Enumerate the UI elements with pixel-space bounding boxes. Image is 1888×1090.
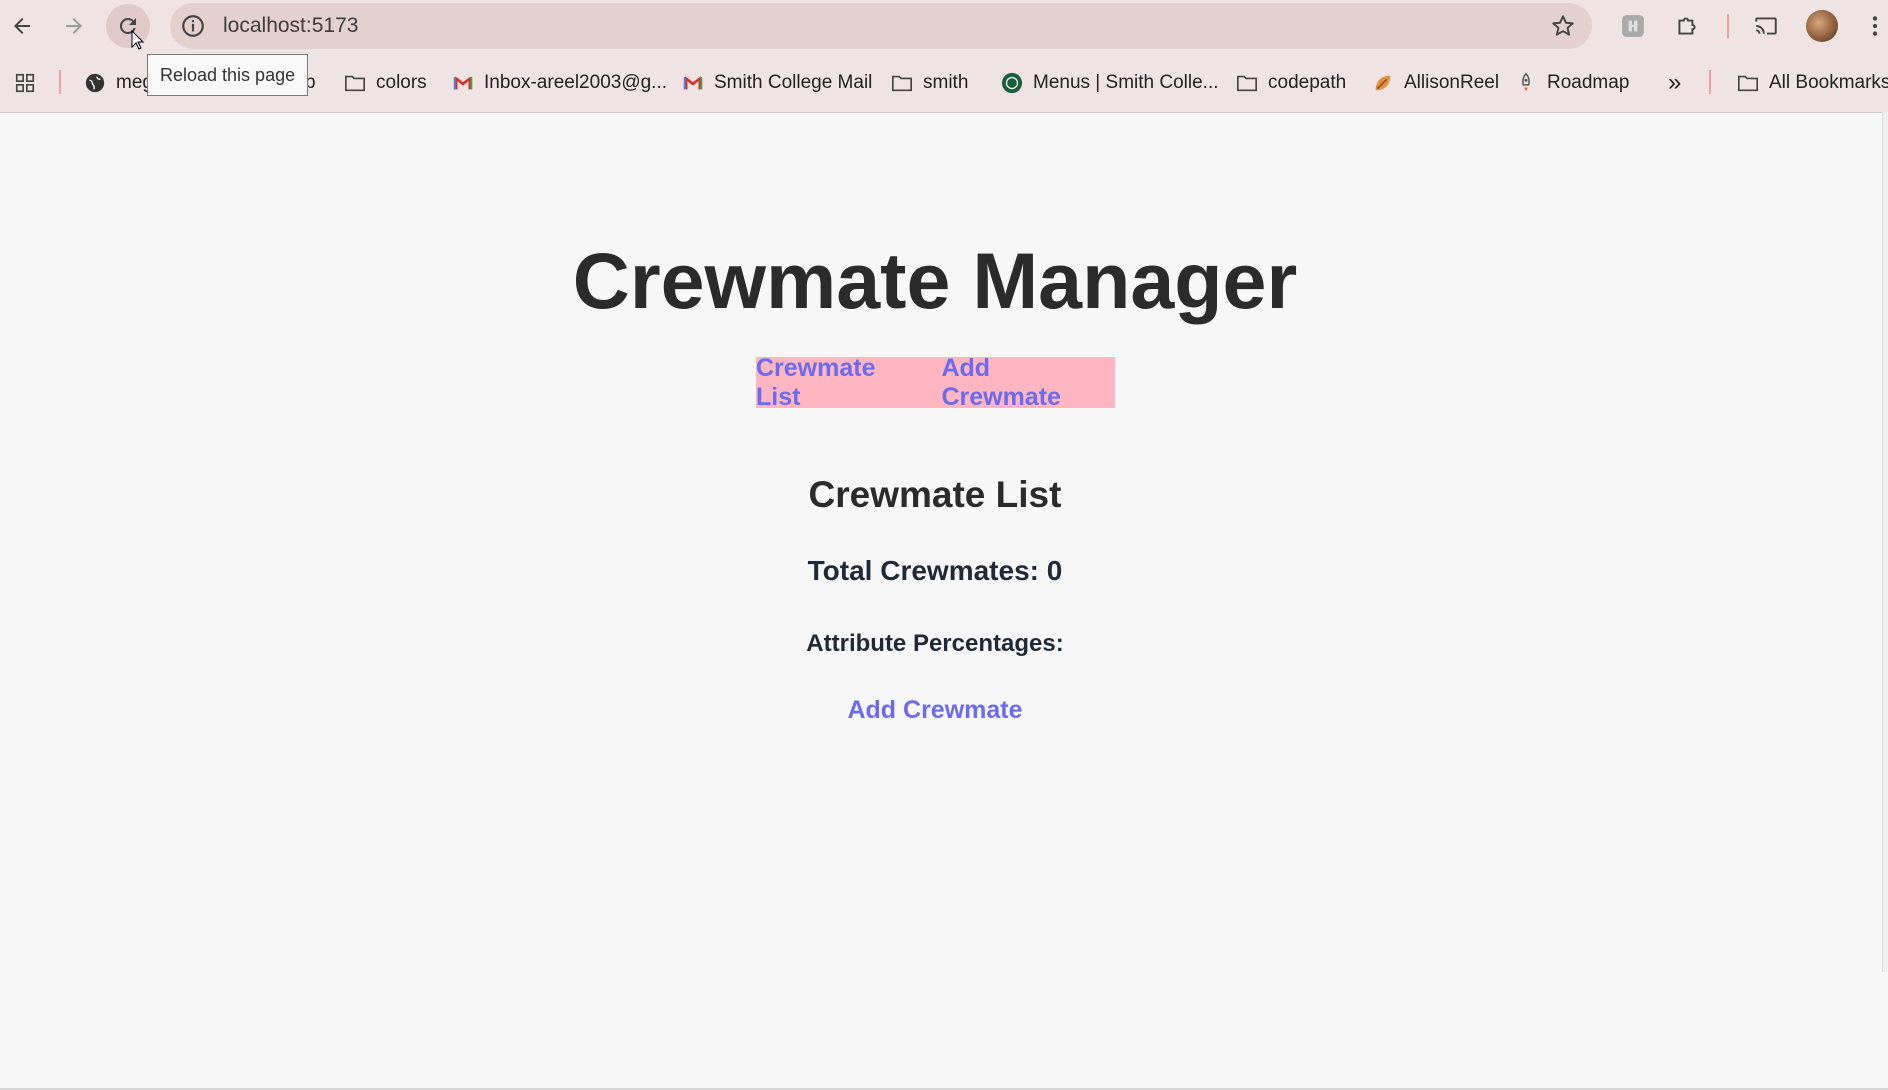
bookmark-label: codepath (1268, 72, 1347, 93)
extension-icon (1622, 15, 1644, 37)
nav-crewmate-list-link[interactable]: Crewmate List (756, 354, 925, 412)
folder-icon (892, 75, 912, 92)
profile-avatar[interactable] (1806, 10, 1838, 42)
bookmark-roadmap[interactable]: Roadmap (1515, 68, 1629, 98)
star-icon[interactable] (1550, 13, 1576, 39)
cast-button[interactable] (1751, 11, 1781, 41)
rocket-icon (1522, 72, 1530, 92)
back-arrow-icon (14, 18, 30, 34)
browser-toolbar: localhost:5173 (0, 0, 1888, 52)
bookmark-codepath[interactable]: codepath (1236, 68, 1346, 98)
gmail-icon (453, 76, 473, 90)
toolbar-divider (1727, 14, 1729, 38)
bookmark-label: Inbox-areel2003@g... (484, 72, 668, 93)
bookmark-meg[interactable]: meg (84, 68, 153, 98)
more-vert-icon (1872, 16, 1878, 36)
bookmark-menus[interactable]: Menus | Smith Colle... (1001, 68, 1219, 98)
address-bar[interactable]: localhost:5173 (170, 3, 1592, 49)
all-bookmarks-button[interactable]: All Bookmarks (1737, 68, 1888, 98)
add-crewmate-container: Add Crewmate (0, 696, 1870, 725)
nav-add-crewmate-link[interactable]: Add Crewmate (941, 354, 1115, 412)
bookmark-inbox[interactable]: Inbox-areel2003@g... (452, 68, 667, 98)
mouse-cursor-icon (131, 30, 145, 50)
browser-menu-button[interactable] (1860, 11, 1888, 41)
bookmarks-divider (1709, 70, 1711, 94)
gmail-icon (683, 76, 703, 90)
forward-arrow-icon (66, 18, 82, 34)
bookmark-label: colors (376, 72, 427, 93)
bookmark-smith[interactable]: smith (891, 68, 968, 98)
add-crewmate-link[interactable]: Add Crewmate (847, 696, 1022, 724)
bookmark-allisonreel[interactable]: AllisonReel (1372, 68, 1499, 98)
bookmarks-overflow-button[interactable]: » (1668, 68, 1681, 98)
bookmark-smith-college-mail[interactable]: Smith College Mail (682, 68, 872, 98)
forward-button[interactable] (52, 4, 96, 48)
folder-icon (1237, 75, 1257, 92)
bookmark-label: smith (923, 72, 969, 93)
bookmark-label: Roadmap (1547, 72, 1630, 93)
reload-tooltip: Reload this page (147, 54, 309, 96)
extensions-menu-button[interactable] (1672, 11, 1702, 41)
url-text[interactable]: localhost:5173 (223, 14, 358, 38)
total-crewmates: Total Crewmates: 0 (807, 555, 1063, 586)
main-nav: Crewmate List Add Crewmate (756, 354, 1115, 411)
puzzle-icon (1678, 17, 1696, 35)
bookmark-colors[interactable]: colors (344, 68, 427, 98)
page-scrollbar[interactable] (1882, 112, 1888, 972)
smith-seal-icon (1001, 72, 1023, 94)
bookmark-label: AllisonReel (1404, 72, 1500, 93)
folder-icon (1738, 75, 1758, 92)
globe-icon (85, 73, 105, 93)
bookmarks-divider (59, 70, 61, 94)
cast-icon (1755, 17, 1777, 35)
extension-button[interactable] (1618, 11, 1648, 41)
folder-icon (345, 75, 365, 92)
all-bookmarks-label: All Bookmarks (1769, 72, 1888, 93)
bookmark-label: Menus | Smith Colle... (1033, 72, 1219, 93)
page-title: Crewmate Manager (572, 236, 1298, 325)
apps-grid-icon (15, 73, 35, 93)
bookmark-label: Smith College Mail (714, 72, 873, 93)
crewmate-list-heading: Crewmate List (808, 474, 1062, 515)
overflow-chevron-icon: » (1668, 69, 1682, 96)
leaf-icon (1375, 75, 1391, 91)
apps-button[interactable] (14, 68, 46, 98)
info-icon[interactable] (180, 13, 206, 39)
attribute-percentages-heading: Attribute Percentages: (806, 630, 1064, 657)
back-button[interactable] (0, 4, 44, 48)
